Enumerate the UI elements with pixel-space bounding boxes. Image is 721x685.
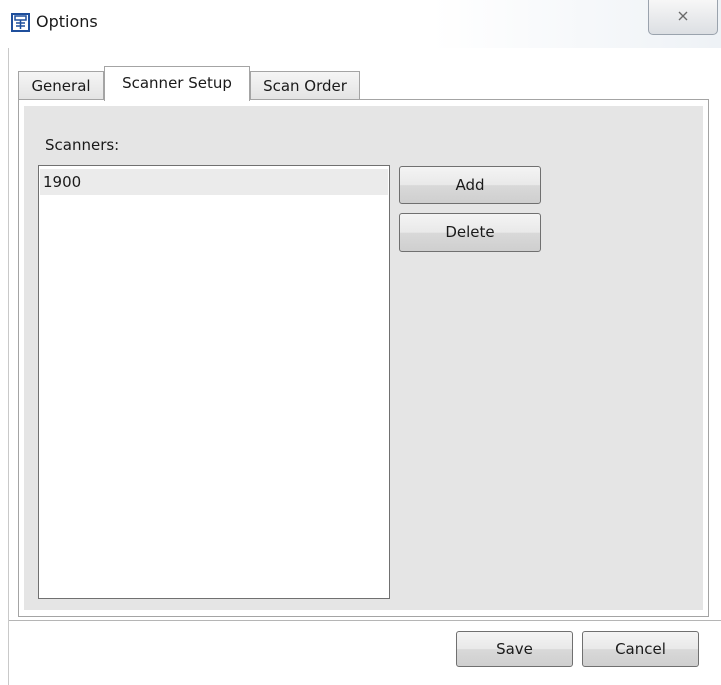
options-app-icon	[11, 13, 30, 32]
tab-scanner-setup-label: Scanner Setup	[122, 74, 232, 92]
tab-scanner-setup[interactable]: Scanner Setup	[104, 66, 250, 101]
tab-general-label: General	[31, 77, 91, 95]
scanner-list-item[interactable]: 1900	[40, 169, 388, 195]
scanners-listbox[interactable]: 1900	[38, 165, 390, 599]
tab-scan-order-label: Scan Order	[263, 77, 347, 95]
add-button-label: Add	[455, 176, 485, 194]
delete-button-label: Delete	[445, 223, 495, 241]
tab-general[interactable]: General	[18, 71, 104, 100]
title-bar[interactable]: Options	[0, 0, 721, 48]
save-button[interactable]: Save	[456, 631, 573, 667]
add-button[interactable]: Add	[399, 166, 541, 204]
window-title: Options	[36, 12, 98, 31]
cancel-button-label: Cancel	[615, 640, 666, 658]
footer-divider	[9, 620, 721, 621]
close-button[interactable]	[648, 0, 718, 35]
delete-button[interactable]: Delete	[399, 213, 541, 252]
cancel-button[interactable]: Cancel	[582, 631, 699, 667]
close-icon	[649, 6, 717, 27]
window-left-border	[8, 48, 9, 685]
scanner-list-item-label: 1900	[43, 173, 82, 191]
save-button-label: Save	[496, 640, 533, 658]
tab-scan-order[interactable]: Scan Order	[250, 71, 360, 100]
scanners-label: Scanners:	[45, 136, 120, 154]
